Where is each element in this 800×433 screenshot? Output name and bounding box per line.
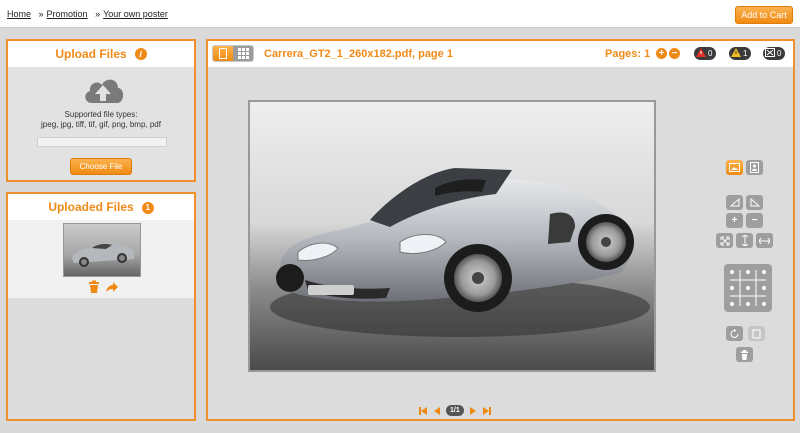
ignore-icon bbox=[765, 48, 775, 57]
page-counter: 1/1 bbox=[446, 405, 464, 416]
breadcrumb-current-link[interactable]: Your own poster bbox=[103, 9, 168, 19]
view-toggle bbox=[212, 45, 254, 62]
delete-image-button[interactable] bbox=[736, 347, 753, 362]
top-bar: Home » Promotion » Your own poster Add to … bbox=[0, 0, 800, 28]
uploaded-count-badge: 1 bbox=[141, 202, 154, 214]
uploaded-panel-title: Uploaded Files bbox=[48, 200, 134, 214]
upload-progress-bar bbox=[37, 137, 167, 147]
add-to-cart-button[interactable]: Add to Cart bbox=[735, 6, 793, 24]
page-copy-button[interactable] bbox=[748, 326, 765, 341]
supported-types-list: jpeg, jpg, tiff, tif, gif, png, bmp, pdf bbox=[41, 120, 161, 129]
editor-panel: Carrera_GT2_1_260x182.pdf, page 1 Pages:… bbox=[206, 39, 795, 421]
fit-left-icon bbox=[729, 198, 739, 207]
landscape-orientation-button[interactable] bbox=[726, 160, 743, 175]
prev-page-icon[interactable] bbox=[432, 406, 442, 416]
vertical-arrows-icon bbox=[741, 235, 748, 246]
upload-panel-title: Upload Files bbox=[55, 47, 127, 61]
upload-panel-header: Upload Files i bbox=[8, 41, 194, 67]
breadcrumb: Home » Promotion » Your own poster bbox=[7, 9, 168, 19]
rotate-icon bbox=[730, 328, 738, 338]
errors-count: 0 bbox=[708, 49, 713, 58]
poster-canvas[interactable] bbox=[248, 100, 656, 372]
editor-header: Carrera_GT2_1_260x182.pdf, page 1 Pages:… bbox=[208, 41, 793, 67]
fit-width-button[interactable] bbox=[756, 233, 773, 248]
first-page-icon[interactable] bbox=[418, 406, 428, 416]
breadcrumb-separator: » bbox=[95, 9, 101, 19]
rotate-button[interactable] bbox=[726, 326, 743, 341]
fit-height-button[interactable] bbox=[736, 233, 753, 248]
warnings-count: 1 bbox=[743, 49, 748, 58]
single-page-view-button[interactable] bbox=[213, 46, 233, 61]
errors-badge[interactable]: 0 bbox=[694, 47, 717, 60]
landscape-icon bbox=[729, 163, 740, 172]
next-page-icon[interactable] bbox=[468, 406, 478, 416]
trash-icon[interactable] bbox=[87, 280, 101, 294]
uploaded-file-item bbox=[8, 220, 194, 298]
page-navigator: 1/1 bbox=[418, 405, 492, 416]
copy-icon bbox=[752, 329, 761, 338]
alignment-grid-icon bbox=[730, 270, 766, 306]
grid-view-button[interactable] bbox=[233, 46, 253, 61]
breadcrumb-separator: » bbox=[38, 9, 44, 19]
fit-right-icon bbox=[750, 198, 760, 207]
plus-icon: + bbox=[731, 215, 738, 226]
portrait-orientation-button[interactable] bbox=[746, 160, 763, 175]
upload-dropzone[interactable]: Supported file types: jpeg, jpg, tiff, t… bbox=[8, 67, 194, 180]
share-arrow-icon[interactable] bbox=[105, 280, 119, 294]
supported-types-text: Supported file types: jpeg, jpg, tiff, t… bbox=[8, 110, 194, 130]
fit-right-button[interactable] bbox=[746, 195, 763, 210]
uploaded-file-actions bbox=[87, 280, 123, 297]
pages-count-label: Pages: 1 bbox=[605, 48, 651, 60]
zoom-out-button[interactable]: − bbox=[746, 213, 763, 228]
fit-page-button[interactable] bbox=[716, 233, 733, 248]
supported-types-label: Supported file types: bbox=[64, 110, 138, 119]
ignored-badge[interactable]: 0 bbox=[763, 47, 786, 60]
add-page-button[interactable]: + bbox=[656, 48, 667, 59]
alignment-grid[interactable] bbox=[724, 264, 772, 312]
zoom-in-button[interactable]: + bbox=[726, 213, 743, 228]
warnings-badge[interactable]: 1 bbox=[729, 47, 752, 60]
uploaded-files-panel: Uploaded Files 1 bbox=[6, 192, 196, 421]
uploaded-file-thumbnail[interactable] bbox=[63, 223, 141, 277]
choose-file-button[interactable]: Choose File bbox=[70, 158, 132, 175]
upload-cloud-icon bbox=[85, 79, 124, 103]
car-photo bbox=[250, 102, 654, 370]
fit-left-button[interactable] bbox=[726, 195, 743, 210]
remove-page-button[interactable]: − bbox=[669, 48, 680, 59]
document-title: Carrera_GT2_1_260x182.pdf, page 1 bbox=[264, 48, 453, 60]
breadcrumb-home-link[interactable]: Home bbox=[7, 9, 31, 19]
last-page-icon[interactable] bbox=[482, 406, 492, 416]
horizontal-arrows-icon bbox=[759, 237, 770, 244]
info-icon[interactable]: i bbox=[134, 48, 147, 60]
expand-icon bbox=[720, 236, 729, 245]
warning-icon bbox=[731, 48, 741, 57]
trash-icon bbox=[741, 349, 748, 360]
breadcrumb-promotion-link[interactable]: Promotion bbox=[47, 9, 88, 19]
error-icon bbox=[696, 48, 706, 57]
ignored-count: 0 bbox=[777, 49, 782, 58]
single-page-icon bbox=[219, 48, 227, 59]
uploaded-panel-header: Uploaded Files 1 bbox=[8, 194, 194, 220]
minus-icon: − bbox=[751, 215, 758, 226]
upload-files-panel: Upload Files i Supported file types: jpeg… bbox=[6, 39, 196, 182]
portrait-icon bbox=[750, 162, 759, 173]
grid-view-icon bbox=[237, 48, 249, 59]
